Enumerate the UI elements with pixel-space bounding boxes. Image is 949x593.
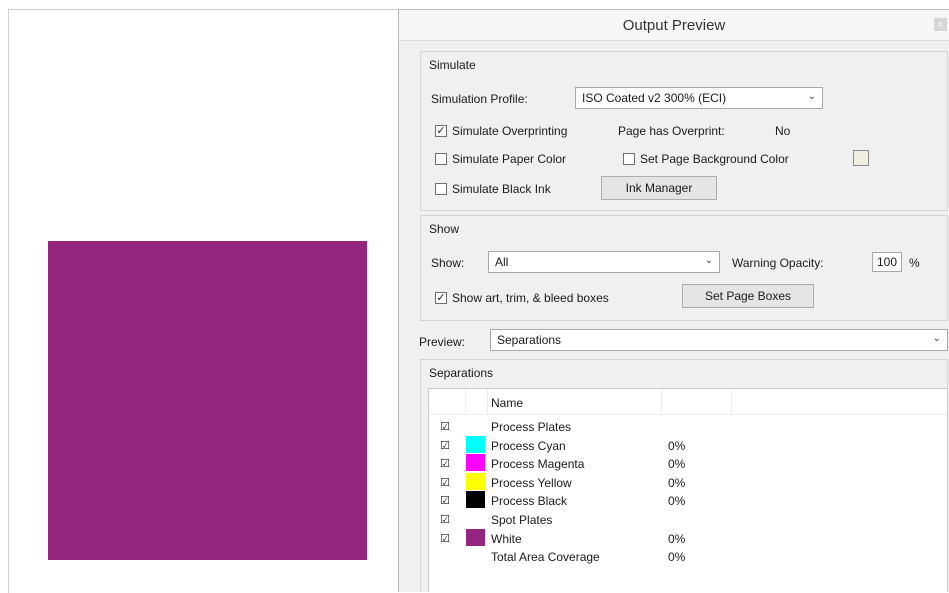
- separation-name: Spot Plates: [491, 513, 553, 527]
- page-has-overprint-label: Page has Overprint:: [618, 124, 725, 138]
- close-icon[interactable]: x: [934, 18, 947, 31]
- column-divider: [661, 389, 662, 414]
- separation-coverage: 0%: [668, 550, 686, 565]
- simulate-paper-color-checkbox[interactable]: Simulate Paper Color: [435, 152, 566, 166]
- title-bar: Output Preview x: [399, 10, 949, 41]
- separation-row[interactable]: ☑ Process Cyan 0%: [429, 435, 947, 455]
- check-icon[interactable]: ☑: [440, 494, 450, 507]
- separation-coverage: 0%: [668, 457, 686, 472]
- check-icon[interactable]: ☑: [440, 476, 450, 489]
- chevron-down-icon: ⌄: [704, 255, 713, 266]
- check-icon[interactable]: ☑: [440, 420, 450, 433]
- separations-list[interactable]: Name ☑ Process Plates ☑ Process Cyan 0% ☑ Proc…: [428, 388, 948, 592]
- warning-opacity-input[interactable]: 100: [872, 252, 902, 272]
- checkbox-box: [623, 153, 635, 165]
- separation-name: Process Cyan: [491, 438, 566, 453]
- ink-manager-button[interactable]: Ink Manager: [601, 176, 717, 200]
- page-has-overprint-value: No: [775, 124, 791, 138]
- separation-name: Process Yellow: [491, 475, 572, 490]
- ink-color-swatch: [466, 472, 485, 490]
- show-value: All: [495, 255, 509, 269]
- separation-row[interactable]: ☑ Process Black 0%: [429, 491, 947, 510]
- page-background-color-swatch[interactable]: [853, 150, 869, 166]
- check-icon[interactable]: ☑: [440, 457, 450, 470]
- simulate-group: Simulate Simulation Profile: ISO Coated …: [420, 51, 948, 211]
- checkbox-box: [435, 153, 447, 165]
- show-label: Show:: [431, 256, 465, 270]
- separation-name: Process Black: [491, 494, 568, 509]
- simulate-paper-color-label: Simulate Paper Color: [452, 152, 567, 166]
- separation-row[interactable]: ☑ White 0%: [429, 528, 947, 548]
- separation-row[interactable]: ☑ Process Magenta 0%: [429, 454, 947, 473]
- show-group-label: Show: [429, 222, 460, 236]
- separation-row[interactable]: ☑ Spot Plates: [429, 510, 947, 529]
- checkbox-box: [435, 183, 447, 195]
- chevron-down-icon: ⌄: [932, 333, 941, 344]
- show-boxes-checkbox[interactable]: ✓ Show art, trim, & bleed boxes: [435, 291, 609, 305]
- set-page-boxes-button[interactable]: Set Page Boxes: [682, 284, 814, 308]
- separations-header: Name: [429, 389, 947, 415]
- separation-coverage: 0%: [668, 494, 686, 509]
- separation-name: Total Area Coverage: [491, 550, 600, 565]
- separation-row[interactable]: ☑ Process Plates: [429, 417, 947, 436]
- column-divider: [731, 389, 732, 414]
- separation-row[interactable]: Total Area Coverage 0%: [429, 547, 947, 566]
- ink-color-swatch: [466, 528, 485, 546]
- separation-name: White: [491, 531, 522, 546]
- percent-label: %: [909, 256, 920, 270]
- separations-group-label: Separations: [429, 366, 494, 380]
- warning-opacity-label: Warning Opacity:: [732, 256, 824, 270]
- separation-coverage: 0%: [668, 475, 686, 490]
- simulation-profile-select[interactable]: ISO Coated v2 300% (ECI) ⌄: [575, 87, 823, 109]
- preview-value: Separations: [497, 333, 562, 347]
- separation-row[interactable]: ☑ Process Yellow 0%: [429, 472, 947, 492]
- name-column-header[interactable]: Name: [491, 396, 523, 410]
- set-page-background-label: Set Page Background Color: [640, 152, 789, 166]
- simulate-overprinting-checkbox[interactable]: ✓ Simulate Overprinting: [435, 124, 567, 138]
- simulation-profile-label: Simulation Profile:: [431, 92, 528, 106]
- check-icon: ✓: [435, 125, 447, 137]
- separation-coverage: 0%: [668, 531, 686, 546]
- show-boxes-label: Show art, trim, & bleed boxes: [452, 291, 609, 305]
- simulate-black-ink-checkbox[interactable]: Simulate Black Ink: [435, 182, 551, 196]
- check-icon[interactable]: ☑: [440, 439, 450, 452]
- preview-label: Preview:: [419, 335, 466, 349]
- check-icon: ✓: [435, 292, 447, 304]
- show-select[interactable]: All ⌄: [488, 251, 720, 273]
- column-divider: [487, 389, 488, 414]
- simulate-black-ink-label: Simulate Black Ink: [452, 182, 551, 196]
- ink-color-swatch: [466, 454, 485, 472]
- dialog-title: Output Preview: [622, 17, 726, 34]
- column-divider: [465, 389, 466, 414]
- simulate-group-label: Simulate: [429, 58, 476, 72]
- separation-name: Process Magenta: [491, 457, 585, 472]
- preview-select[interactable]: Separations ⌄: [490, 329, 948, 351]
- document-canvas: [8, 9, 399, 593]
- document-color-swatch: [48, 241, 367, 560]
- simulation-profile-value: ISO Coated v2 300% (ECI): [582, 91, 727, 105]
- ink-color-swatch: [466, 435, 485, 453]
- show-group: Show Show: All ⌄ Warning Opacity: 100 % …: [420, 215, 948, 321]
- check-icon[interactable]: ☑: [440, 513, 450, 526]
- simulate-overprinting-label: Simulate Overprinting: [452, 124, 568, 138]
- ink-color-swatch: [466, 491, 485, 509]
- check-icon[interactable]: ☑: [440, 532, 450, 545]
- set-page-background-checkbox[interactable]: Set Page Background Color: [623, 152, 789, 166]
- separation-coverage: 0%: [668, 438, 686, 453]
- chevron-down-icon: ⌄: [807, 91, 816, 102]
- output-preview-dialog: Output Preview x Simulate Simulation Pro…: [398, 9, 949, 592]
- separation-name: Process Plates: [491, 420, 572, 434]
